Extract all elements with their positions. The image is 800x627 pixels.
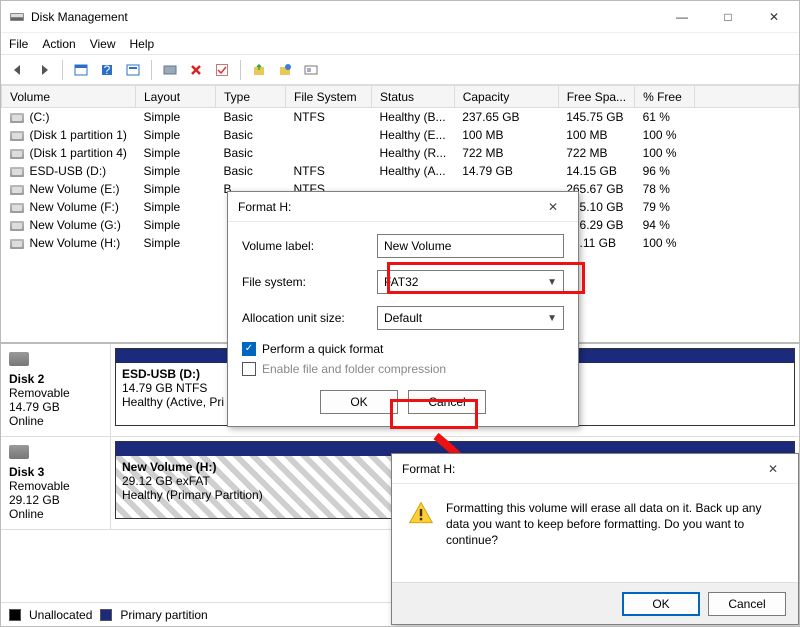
table-row[interactable]: (C:)SimpleBasicNTFSHealthy (B...237.65 G… (2, 108, 799, 127)
confirm-ok-button[interactable]: OK (622, 592, 700, 616)
file-system-select[interactable]: FAT32 ▼ (377, 270, 564, 294)
menu-file[interactable]: File (9, 37, 28, 51)
table-row[interactable]: (Disk 1 partition 1)SimpleBasicHealthy (… (2, 126, 799, 144)
menu-view[interactable]: View (90, 37, 116, 51)
legend-unallocated-swatch (9, 609, 21, 621)
quick-format-label: Perform a quick format (262, 342, 383, 356)
allocation-label: Allocation unit size: (242, 311, 377, 325)
toolbar: ? (1, 55, 799, 85)
help-icon[interactable]: ? (96, 59, 118, 81)
disk-icon (9, 352, 29, 366)
warning-icon (408, 500, 434, 526)
table-row[interactable]: ESD-USB (D:)SimpleBasicNTFSHealthy (A...… (2, 162, 799, 180)
confirm-cancel-button[interactable]: Cancel (708, 592, 786, 616)
allocation-value: Default (384, 311, 422, 325)
col-capacity[interactable]: Capacity (454, 86, 558, 108)
volume-label-input[interactable] (377, 234, 564, 258)
col-free[interactable]: Free Spa... (558, 86, 634, 108)
refresh-icon[interactable] (159, 59, 181, 81)
format-dialog: Format H: ✕ Volume label: File system: F… (227, 191, 579, 427)
format-dialog-title: Format H: (238, 200, 538, 214)
format-dialog-close[interactable]: ✕ (538, 192, 568, 222)
close-button[interactable]: ✕ (751, 1, 797, 33)
confirm-close[interactable]: ✕ (758, 454, 788, 484)
disk3-label: Disk 3 (9, 465, 102, 479)
menu-action[interactable]: Action (42, 37, 75, 51)
file-system-value: FAT32 (384, 275, 418, 289)
maximize-button[interactable]: □ (705, 1, 751, 33)
quick-format-checkbox[interactable]: ✓ (242, 342, 256, 356)
allocation-select[interactable]: Default ▼ (377, 306, 564, 330)
confirm-text: Formatting this volume will erase all da… (446, 500, 782, 549)
table-header: Volume Layout Type File System Status Ca… (2, 86, 799, 108)
disk2-part-name: ESD-USB (D:) (122, 367, 200, 381)
col-pct[interactable]: % Free (635, 86, 695, 108)
disk2-state: Online (9, 414, 102, 428)
disk-icon (9, 445, 29, 459)
delete-icon[interactable] (185, 59, 207, 81)
menu-help[interactable]: Help (130, 37, 155, 51)
titlebar: Disk Management — □ ✕ (1, 1, 799, 33)
window-icon[interactable] (70, 59, 92, 81)
disk3-header: Disk 3 Removable 29.12 GB Online (1, 437, 111, 529)
confirm-dialog: Format H: ✕ Formatting this volume will … (391, 453, 799, 625)
svg-text:?: ? (104, 63, 111, 77)
col-status[interactable]: Status (372, 86, 455, 108)
disk2-header: Disk 2 Removable 14.79 GB Online (1, 344, 111, 436)
legend-primary-swatch (100, 609, 112, 621)
compression-checkbox[interactable] (242, 362, 256, 376)
chevron-down-icon: ▼ (547, 313, 557, 324)
app-icon (9, 9, 25, 25)
col-layout[interactable]: Layout (136, 86, 216, 108)
disk3-kind: Removable (9, 479, 102, 493)
menubar: File Action View Help (1, 33, 799, 55)
properties-icon[interactable] (122, 59, 144, 81)
back-button[interactable] (7, 59, 29, 81)
check-icon[interactable] (211, 59, 233, 81)
window-title: Disk Management (31, 10, 659, 24)
action2-icon[interactable] (274, 59, 296, 81)
col-volume[interactable]: Volume (2, 86, 136, 108)
disk3-part-name: New Volume (H:) (122, 460, 216, 474)
disk-management-window: Disk Management — □ ✕ File Action View H… (0, 0, 800, 627)
disk2-kind: Removable (9, 386, 102, 400)
table-row[interactable]: (Disk 1 partition 4)SimpleBasicHealthy (… (2, 144, 799, 162)
disk2-size: 14.79 GB (9, 400, 102, 414)
action3-icon[interactable] (300, 59, 322, 81)
format-cancel-button[interactable]: Cancel (408, 390, 486, 414)
disk3-state: Online (9, 507, 102, 521)
action1-icon[interactable] (248, 59, 270, 81)
confirm-title: Format H: (402, 462, 758, 476)
col-fs[interactable]: File System (286, 86, 372, 108)
chevron-down-icon: ▼ (547, 277, 557, 288)
forward-button[interactable] (33, 59, 55, 81)
disk3-size: 29.12 GB (9, 493, 102, 507)
legend-primary: Primary partition (120, 608, 207, 622)
file-system-label: File system: (242, 275, 377, 289)
disk2-label: Disk 2 (9, 372, 102, 386)
minimize-button[interactable]: — (659, 1, 705, 33)
volume-label-label: Volume label: (242, 239, 377, 253)
legend-unallocated: Unallocated (29, 608, 92, 622)
compression-label: Enable file and folder compression (262, 362, 446, 376)
format-ok-button[interactable]: OK (320, 390, 398, 414)
col-type[interactable]: Type (216, 86, 286, 108)
